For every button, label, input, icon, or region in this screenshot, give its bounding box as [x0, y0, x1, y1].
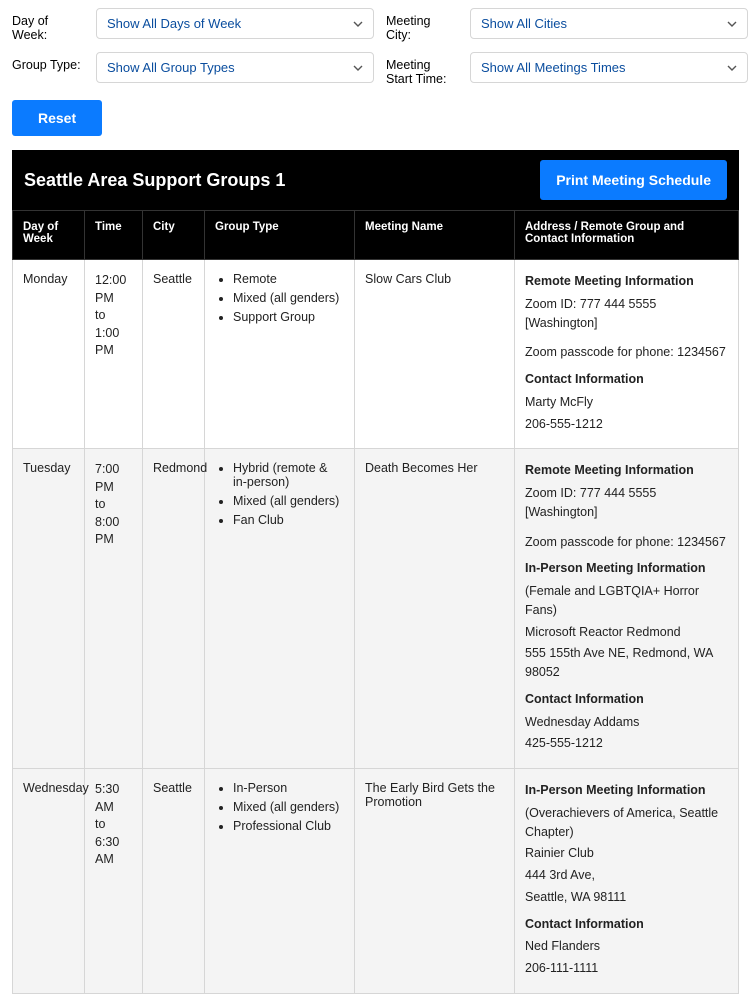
info-line: Zoom passcode for phone: 1234567 — [525, 533, 728, 552]
meetings-table: Day of Week Time City Group Type Meeting… — [12, 210, 739, 994]
info-line: Zoom passcode for phone: 1234567 — [525, 343, 728, 362]
page-title: Seattle Area Support Groups 1 — [24, 170, 285, 191]
cell-info: Remote Meeting Information Zoom ID: 777 4… — [515, 260, 739, 449]
cell-city: Redmond — [143, 449, 205, 769]
day-filter-select[interactable]: Show All Days of Week — [96, 8, 374, 39]
cell-name: The Early Bird Gets the Promotion — [355, 769, 515, 994]
type-filter-label: Group Type: — [12, 52, 84, 72]
cell-city: Seattle — [143, 769, 205, 994]
cell-type: Remote Mixed (all genders) Support Group — [205, 260, 355, 449]
group-type-item: Mixed (all genders) — [233, 494, 344, 508]
group-type-item: Fan Club — [233, 513, 344, 527]
table-header-row: Day of Week Time City Group Type Meeting… — [13, 211, 739, 260]
group-type-item: Mixed (all genders) — [233, 800, 344, 814]
info-heading: In-Person Meeting Information — [525, 559, 728, 578]
cell-type: Hybrid (remote & in-person) Mixed (all ge… — [205, 449, 355, 769]
info-line: 206-555-1212 — [525, 415, 728, 434]
table-row: Wednesday5:30 AMto6:30 AMSeattleIn-Perso… — [13, 769, 739, 994]
day-filter-label: Day of Week: — [12, 8, 84, 42]
group-type-item: Professional Club — [233, 819, 344, 833]
group-type-item: Remote — [233, 272, 344, 286]
info-heading: Remote Meeting Information — [525, 461, 728, 480]
table-row: Tuesday7:00 PMto8:00 PMRedmondHybrid (re… — [13, 449, 739, 769]
info-line: (Female and LGBTQIA+ Horror Fans) — [525, 582, 728, 620]
info-line: Microsoft Reactor Redmond — [525, 623, 728, 642]
title-bar: Seattle Area Support Groups 1 Print Meet… — [12, 150, 739, 210]
cell-name: Slow Cars Club — [355, 260, 515, 449]
col-time: Time — [85, 211, 143, 260]
city-filter-value: Show All Cities — [481, 16, 567, 31]
group-type-item: Support Group — [233, 310, 344, 324]
table-row: Monday12:00 PMto1:00 PMSeattle Remote Mixe… — [13, 260, 739, 449]
print-button[interactable]: Print Meeting Schedule — [540, 160, 727, 200]
cell-time: 12:00 PMto1:00 PM — [85, 260, 143, 449]
cell-type: In-Person Mixed (all genders) Professional… — [205, 769, 355, 994]
city-filter-label: Meeting City: — [386, 8, 458, 42]
info-heading: Contact Information — [525, 690, 728, 709]
cell-time: 5:30 AMto6:30 AM — [85, 769, 143, 994]
cell-day: Monday — [13, 260, 85, 449]
type-filter-select[interactable]: Show All Group Types — [96, 52, 374, 83]
info-line: 425-555-1212 — [525, 734, 728, 753]
info-line: Zoom ID: 777 444 5555 [Washington] — [525, 484, 728, 522]
cell-name: Death Becomes Her — [355, 449, 515, 769]
cell-time: 7:00 PMto8:00 PM — [85, 449, 143, 769]
col-info: Address / Remote Group and Contact Infor… — [515, 211, 739, 260]
col-name: Meeting Name — [355, 211, 515, 260]
group-type-item: Mixed (all genders) — [233, 291, 344, 305]
info-line: Seattle, WA 98111 — [525, 888, 728, 907]
info-line: Zoom ID: 777 444 5555 [Washington] — [525, 295, 728, 333]
type-filter-value: Show All Group Types — [107, 60, 235, 75]
cell-day: Tuesday — [13, 449, 85, 769]
info-line: Wednesday Addams — [525, 713, 728, 732]
time-filter-select[interactable]: Show All Meetings Times — [470, 52, 748, 83]
cell-day: Wednesday — [13, 769, 85, 994]
info-heading: Contact Information — [525, 370, 728, 389]
day-filter-value: Show All Days of Week — [107, 16, 241, 31]
time-filter-value: Show All Meetings Times — [481, 60, 626, 75]
info-line: 444 3rd Ave, — [525, 866, 728, 885]
col-day: Day of Week — [13, 211, 85, 260]
info-heading: Remote Meeting Information — [525, 272, 728, 291]
info-line: Marty McFly — [525, 393, 728, 412]
info-line: 206-111-1111 — [525, 959, 728, 978]
info-line: Rainier Club — [525, 844, 728, 863]
filters-panel: Day of Week: Show All Days of Week Meeti… — [12, 8, 739, 86]
group-type-item: Hybrid (remote & in-person) — [233, 461, 344, 489]
city-filter-select[interactable]: Show All Cities — [470, 8, 748, 39]
cell-city: Seattle — [143, 260, 205, 449]
cell-info: In-Person Meeting Information (Overachiev… — [515, 769, 739, 994]
info-heading: Contact Information — [525, 915, 728, 934]
reset-button[interactable]: Reset — [12, 100, 102, 136]
col-type: Group Type — [205, 211, 355, 260]
cell-info: Remote Meeting Information Zoom ID: 777 4… — [515, 449, 739, 769]
info-line: 555 155th Ave NE, Redmond, WA 98052 — [525, 644, 728, 682]
time-filter-label: Meeting Start Time: — [386, 52, 458, 86]
info-line: Ned Flanders — [525, 937, 728, 956]
col-city: City — [143, 211, 205, 260]
group-type-item: In-Person — [233, 781, 344, 795]
info-line: (Overachievers of America, Seattle Chapt… — [525, 804, 728, 842]
info-heading: In-Person Meeting Information — [525, 781, 728, 800]
